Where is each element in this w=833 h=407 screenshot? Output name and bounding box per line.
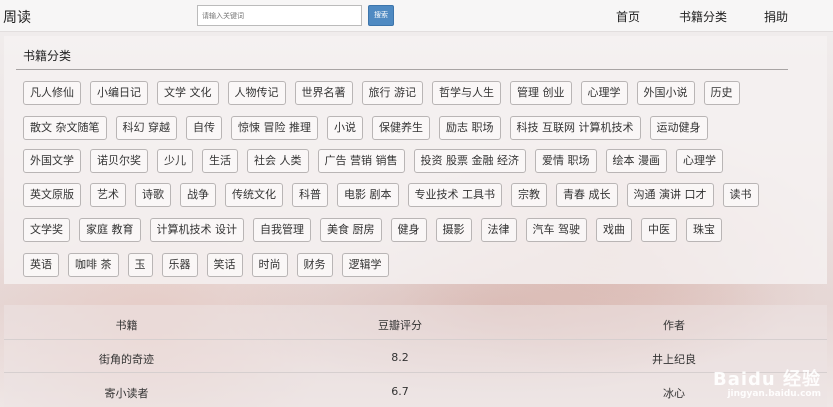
watermark-url: jingyan.baidu.com [727,389,821,399]
tag-row: 英语 咖啡 茶玉乐器 笑话 时尚 财务 逻辑学 [23,253,389,277]
column-header-author: 作者 [663,319,685,332]
category-tag[interactable]: 财务 [296,253,333,277]
category-tag[interactable]: 电影 剧本 [337,183,399,207]
category-tag[interactable]: 咖啡 茶 [68,253,119,277]
category-tag[interactable]: 诺贝尔奖 [90,149,148,173]
category-tag[interactable]: 外国文学 [23,149,81,173]
category-tag[interactable]: 文学 文化 [157,81,219,105]
category-tag[interactable]: 爱情 职场 [535,149,597,173]
category-tag[interactable]: 管理 创业 [510,81,572,105]
category-tag[interactable]: 宗教 [511,183,547,207]
category-tag[interactable]: 自传 [186,116,222,140]
category-tag[interactable]: 人物传记 [227,81,286,105]
category-tag[interactable]: 珠宝 [686,218,722,242]
divider [16,69,788,70]
category-tag[interactable]: 哲学与人生 [432,81,501,105]
book-table: 书籍 豆瓣评分 作者 街角的奇迹 8.2 井上纪良 寄小读者 6.7 冰心 [4,305,827,407]
tag-row: 英文原版 艺术 诗歌 战争 传统文化 科普 电影 剧本 专业技术 工具书 宗教 青春 成长 沟通 演… [23,183,759,207]
category-tag[interactable]: 家庭 教育 [79,218,141,242]
table-cell-title[interactable]: 街角的奇迹 [4,351,249,367]
nav-link-home[interactable]: 首页 [616,8,640,25]
category-tag[interactable]: 保健养生 [372,116,430,140]
category-tag[interactable]: 励志 职场 [439,116,501,140]
category-tag[interactable]: 健身 [390,218,427,242]
category-tag[interactable]: 美食 厨房 [320,218,382,242]
category-tag[interactable]: 外国小说 [636,81,695,105]
tag-row: 文学奖 家庭 教育 计算机技术 设计 自我管理 美食 厨房 健身 摄影 法律 汽车 驾驶 戏曲 中医… [23,218,722,242]
category-tag[interactable]: 青春 成长 [556,183,618,207]
category-tag[interactable]: 艺术 [90,183,126,207]
nav-link-categories[interactable]: 书籍分类 [679,8,727,25]
category-tag[interactable]: 专业技术 工具书 [407,183,502,207]
search-input[interactable] [197,5,362,26]
category-tag[interactable]: 逻辑学 [341,253,389,277]
category-tag[interactable]: 历史 [703,81,740,105]
category-tag[interactable]: 生活 [202,149,238,173]
category-tag[interactable]: 汽车 驾驶 [525,218,587,242]
category-tag[interactable]: 笑话 [206,253,243,277]
watermark: Baidu 经验 jingyan.baidu.com [712,369,821,401]
category-tag[interactable]: 心理学 [676,149,723,173]
category-tag[interactable]: 凡人修仙 [23,81,81,105]
table-cell-rating: 6.7 [391,385,409,398]
category-tag[interactable]: 战争 [180,183,216,207]
table-cell-rating: 8.2 [391,351,409,364]
category-tag[interactable]: 计算机技术 设计 [149,218,244,242]
category-tag[interactable]: 戏曲 [596,218,632,242]
category-tag[interactable]: 中医 [641,218,677,242]
category-tag[interactable]: 少儿 [157,149,193,173]
tag-row: 散文 杂文随笔 科幻 穿越 自传 惊悚 冒险 推理 小说 保健养生 励志 职场 科技 互联网 … [23,116,708,140]
category-tag[interactable]: 乐器 [161,253,198,277]
table-divider [4,372,827,373]
category-tag[interactable]: 运动健身 [649,116,708,140]
category-tag[interactable]: 散文 杂文随笔 [23,116,107,140]
table-cell-title[interactable]: 寄小读者 [4,385,249,401]
category-tag[interactable]: 科幻 穿越 [115,116,177,140]
category-tag[interactable]: 广告 营销 销售 [317,149,405,173]
category-tag[interactable]: 英文原版 [23,183,81,207]
category-tag[interactable]: 法律 [480,218,517,242]
site-brand[interactable]: 周读 [3,7,31,27]
search-button[interactable]: 搜索 [368,5,394,26]
category-tag[interactable]: 诗歌 [135,183,171,207]
category-tag[interactable]: 投资 股票 金融 经济 [413,149,526,173]
table-divider [4,339,827,340]
category-tag[interactable]: 世界名著 [294,81,353,105]
category-tag[interactable]: 时尚 [251,253,288,277]
category-tag[interactable]: 摄影 [435,218,472,242]
category-tag[interactable]: 沟通 演讲 口才 [626,183,714,207]
category-tag[interactable]: 心理学 [580,81,628,105]
tag-row: 外国文学 诺贝尔奖 少儿 生活 社会 人类 广告 营销 销售 投资 股票 金融 经济 爱情 职… [23,149,723,173]
category-tag[interactable]: 英语 [23,253,59,277]
category-tag[interactable]: 小说 [327,116,363,140]
watermark-logo: Baidu 经验 [712,369,821,390]
top-navbar: 周读 搜索 首页 书籍分类 捐助 [0,0,833,32]
category-tag[interactable]: 科普 [292,183,328,207]
category-tag[interactable]: 绘本 漫画 [605,149,667,173]
category-tag[interactable]: 自我管理 [253,218,311,242]
category-tag[interactable]: 玉 [127,253,153,277]
table-cell-author: 井上纪良 [652,353,696,366]
column-header-rating: 豆瓣评分 [378,319,422,332]
category-tag[interactable]: 社会 人类 [247,149,309,173]
category-tag[interactable]: 旅行 游记 [361,81,423,105]
category-tag[interactable]: 惊悚 冒险 推理 [231,116,318,140]
category-tag[interactable]: 科技 互联网 计算机技术 [509,116,641,140]
category-tag[interactable]: 文学奖 [23,218,70,242]
tag-row: 凡人修仙 小编日记 文学 文化 人物传记 世界名著 旅行 游记 哲学与人生 管理 创业 心理学外… [23,81,740,105]
category-panel-title: 书籍分类 [23,49,72,63]
category-tag[interactable]: 小编日记 [90,81,148,105]
nav-link-donate[interactable]: 捐助 [764,8,788,25]
column-header-title: 书籍 [115,319,138,332]
category-tag[interactable]: 传统文化 [225,183,283,207]
category-tag[interactable]: 读书 [722,183,759,207]
